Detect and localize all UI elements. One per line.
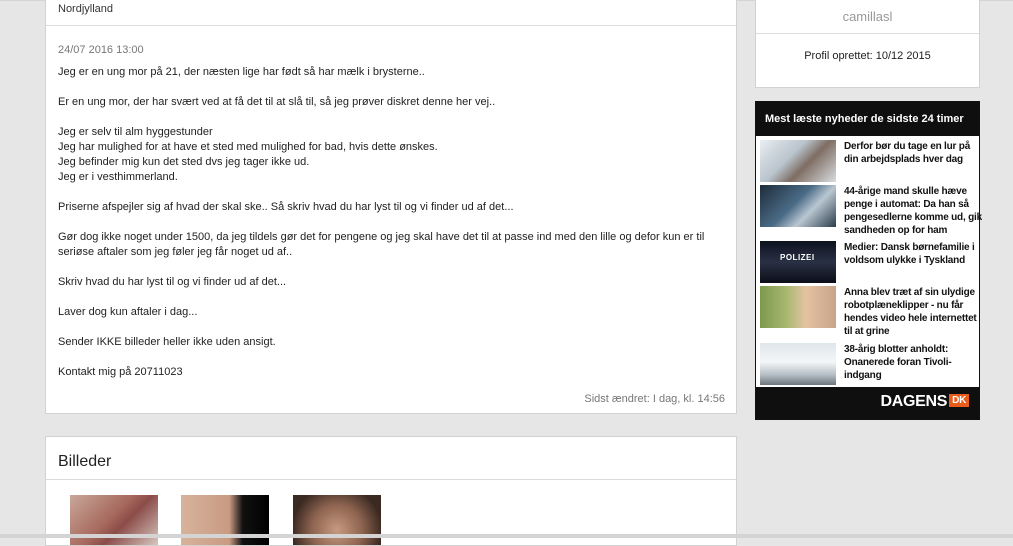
- news-headline[interactable]: Derfor bør du tage en lur på din arbejds…: [844, 140, 982, 166]
- news-item[interactable]: POLIZEI Medier: Dansk børnefamilie i vol…: [760, 241, 979, 289]
- post-paragraph: Kontakt mig på 20711023: [58, 366, 183, 378]
- images-card: Billeder: [45, 436, 737, 546]
- news-item[interactable]: 44-årige mand skulle hæve penge i automa…: [760, 185, 982, 236]
- post-paragraph: Skriv hvad du har lyst til og vi finder …: [58, 276, 287, 288]
- dagens-logo-text: DAGENS: [880, 393, 948, 410]
- news-image[interactable]: [760, 140, 836, 182]
- news-widget-footer: DAGENS DK: [756, 387, 979, 419]
- news-item[interactable]: Anna blev træt af sin ulydige robotplæne…: [760, 286, 979, 337]
- bottom-scrollbar-edge: [0, 534, 1013, 538]
- divider: [46, 479, 736, 480]
- post-paragraph: Sender IKKE billeder heller ikke uden an…: [58, 336, 276, 348]
- post-card: Nordjylland 24/07 2016 13:00 Jeg er en u…: [45, 0, 737, 414]
- dagens-logo[interactable]: DAGENS DK: [880, 393, 969, 411]
- news-widget-header: Mest læste nyheder de sidste 24 timer: [756, 102, 979, 136]
- last-edited-label: Sidst ændret: I dag, kl. 14:56: [584, 393, 725, 405]
- news-widget: Mest læste nyheder de sidste 24 timer De…: [755, 101, 982, 420]
- dagens-logo-badge: DK: [949, 394, 969, 407]
- images-title: Billeder: [58, 453, 112, 470]
- post-region: Nordjylland: [58, 3, 114, 15]
- post-date: 24/07 2016 13:00: [58, 44, 144, 56]
- profile-username[interactable]: camillasl: [756, 9, 979, 24]
- news-image[interactable]: [760, 286, 836, 328]
- news-item[interactable]: 38-årig blotter anholdt: Onanerede foran…: [760, 343, 979, 391]
- post-paragraph: Jeg er en ung mor på 21, der næsten lige…: [58, 66, 425, 78]
- profile-card: camillasl Profil oprettet: 10/12 2015: [755, 0, 980, 88]
- divider: [46, 25, 736, 26]
- news-item[interactable]: Derfor bør du tage en lur på din arbejds…: [760, 140, 979, 188]
- divider: [756, 33, 979, 34]
- post-paragraph: Gør dog ikke noget under 1500, da jeg ti…: [58, 231, 705, 258]
- post-paragraph: Jeg er selv til alm hyggestunder Jeg har …: [58, 126, 438, 183]
- post-paragraph: Er en ung mor, der har svært ved at få d…: [58, 96, 496, 108]
- news-headline[interactable]: Anna blev træt af sin ulydige robotplæne…: [844, 286, 982, 338]
- news-headline[interactable]: 44-årige mand skulle hæve penge i automa…: [844, 185, 982, 237]
- news-image-caption: POLIZEI: [780, 253, 815, 262]
- profile-created-date: Profil oprettet: 10/12 2015: [804, 50, 931, 62]
- news-image[interactable]: POLIZEI: [760, 241, 836, 283]
- post-paragraph: Priserne afspejler sig af hvad der skal …: [58, 201, 514, 213]
- news-headline[interactable]: Medier: Dansk børnefamilie i voldsom uly…: [844, 241, 982, 267]
- news-image[interactable]: [760, 343, 836, 385]
- news-headline[interactable]: 38-årig blotter anholdt: Onanerede foran…: [844, 343, 982, 382]
- post-body: Jeg er en ung mor på 21, der næsten lige…: [58, 65, 728, 395]
- post-paragraph: Laver dog kun aftaler i dag...: [58, 306, 198, 318]
- news-image[interactable]: [760, 185, 836, 227]
